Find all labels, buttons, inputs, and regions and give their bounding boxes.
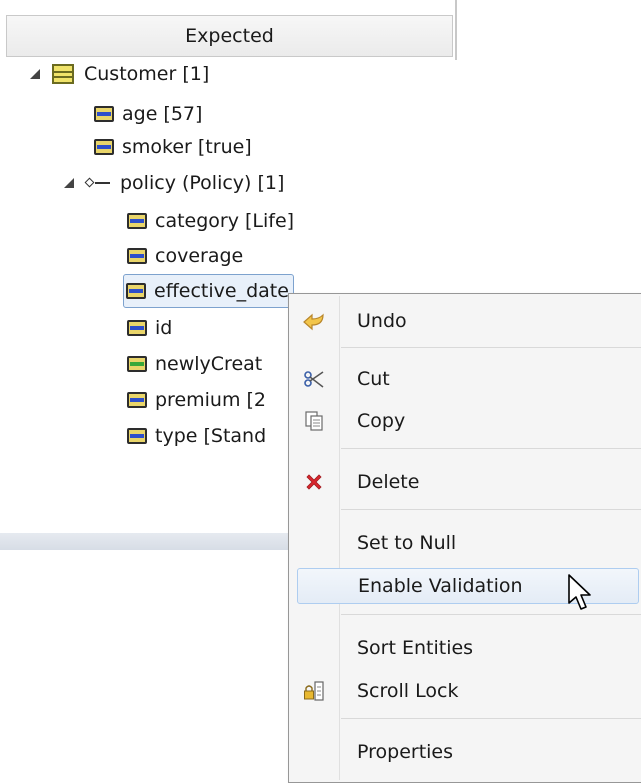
tree-node-label: smoker [true]	[122, 136, 252, 158]
copy-icon	[303, 410, 325, 432]
undo-arrow-icon	[303, 310, 325, 332]
collapse-arrow-icon[interactable]	[64, 178, 74, 188]
entity-icon	[52, 64, 74, 84]
panel-header: Expected	[6, 15, 453, 57]
tree-node-label: newlyCreat	[155, 353, 263, 375]
menu-item-label: Properties	[357, 741, 454, 763]
menu-item-label: Undo	[357, 310, 407, 332]
menu-item-label: Delete	[357, 471, 420, 493]
menu-item-sort-entities[interactable]: Sort Entities	[289, 631, 641, 665]
menu-separator	[341, 448, 641, 449]
tree-node-label: coverage	[155, 245, 244, 267]
mouse-cursor-icon	[568, 574, 591, 610]
menu-item-label: Sort Entities	[357, 637, 474, 659]
tree-node-label: type [Stand	[155, 425, 267, 447]
tree-node-age[interactable]: age [57]	[94, 98, 202, 130]
field-icon	[126, 283, 146, 299]
tree-node-customer[interactable]: Customer [1]	[30, 58, 209, 90]
tree-node-effective-date[interactable]: effective_date	[123, 274, 294, 308]
tree-node-type[interactable]: type [Stand	[127, 420, 266, 452]
scissors-icon	[303, 368, 325, 390]
menu-separator	[341, 509, 641, 510]
tree-node-coverage[interactable]: coverage	[127, 240, 243, 272]
tree-node-category[interactable]: category [Life]	[127, 205, 294, 237]
field-icon	[127, 320, 147, 336]
scroll-lock-icon	[303, 680, 325, 702]
panel-divider	[455, 0, 457, 60]
tree-node-label: effective_date	[154, 280, 289, 302]
menu-item-copy[interactable]: Copy	[289, 404, 641, 438]
panel-header-label: Expected	[185, 25, 274, 47]
field-icon	[127, 392, 147, 408]
tree-node-id[interactable]: id	[127, 312, 172, 344]
tree-node-newly-created[interactable]: newlyCreat	[127, 348, 262, 380]
menu-separator	[341, 347, 641, 348]
field-icon	[94, 139, 114, 155]
tree-node-label: category [Life]	[155, 210, 295, 232]
menu-separator	[341, 614, 641, 615]
panel-bottom-bar	[0, 533, 300, 550]
tree-node-label: Customer [1]	[84, 63, 210, 85]
tree-node-label: age [57]	[122, 103, 203, 125]
tree-node-label: premium [2	[155, 389, 267, 411]
menu-item-delete[interactable]: Delete	[289, 465, 641, 499]
reference-icon	[86, 177, 110, 189]
menu-item-label: Cut	[357, 368, 390, 390]
tree-node-premium[interactable]: premium [2	[127, 384, 266, 416]
tree-node-label: id	[155, 317, 173, 339]
field-icon	[127, 213, 147, 229]
tree-node-policy[interactable]: policy (Policy) [1]	[64, 167, 284, 199]
menu-item-undo[interactable]: Undo	[289, 304, 641, 338]
menu-item-label: Scroll Lock	[357, 680, 459, 702]
field-icon	[127, 248, 147, 264]
context-menu: Undo Cut Copy Delete Set to Null Enable …	[288, 293, 641, 783]
menu-item-properties[interactable]: Properties	[289, 735, 641, 769]
collapse-arrow-icon[interactable]	[30, 69, 40, 79]
menu-item-label: Copy	[357, 410, 406, 432]
field-icon	[127, 428, 147, 444]
menu-separator	[341, 718, 641, 719]
tree-node-smoker[interactable]: smoker [true]	[94, 131, 252, 163]
menu-item-label: Enable Validation	[358, 575, 523, 597]
menu-item-set-to-null[interactable]: Set to Null	[289, 526, 641, 560]
menu-item-cut[interactable]: Cut	[289, 362, 641, 396]
delete-x-icon	[303, 471, 325, 493]
field-icon	[94, 106, 114, 122]
menu-item-scroll-lock[interactable]: Scroll Lock	[289, 674, 641, 708]
field-icon	[127, 356, 147, 372]
tree-node-label: policy (Policy) [1]	[120, 172, 285, 194]
menu-item-label: Set to Null	[357, 532, 457, 554]
